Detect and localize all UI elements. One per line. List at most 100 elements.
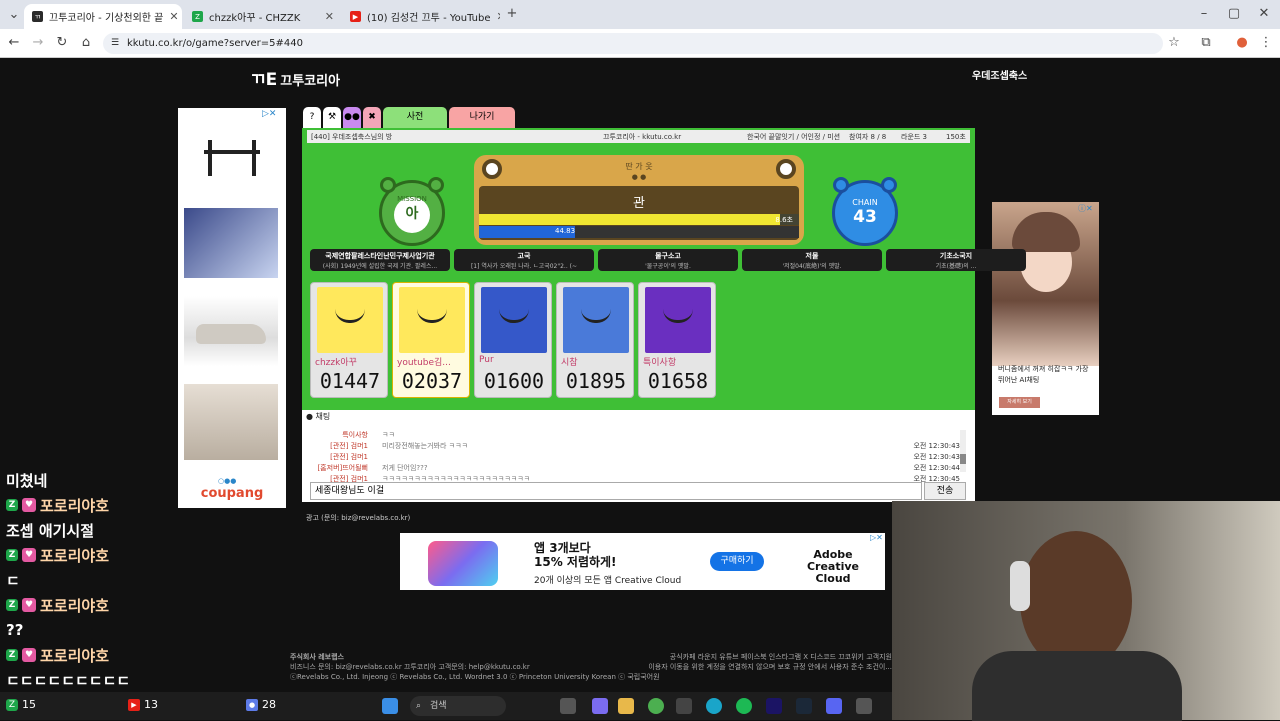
- kick-button[interactable]: ✖: [363, 107, 381, 128]
- bookmark-star-icon[interactable]: ☆: [1166, 35, 1182, 51]
- home-icon[interactable]: ⌂: [78, 35, 94, 51]
- app-icon[interactable]: [676, 698, 692, 714]
- tab-youtube[interactable]: ▶ (10) 김성건 끄투 - YouTube ✕: [342, 4, 500, 29]
- chat-input[interactable]: 세종대왕님도 이걸: [310, 482, 922, 500]
- stream-chat-author: Z ♥ 포로리야호: [6, 595, 109, 615]
- site-logo[interactable]: ㄲE 끄투코리아: [250, 65, 340, 90]
- history-meaning: (사회) 1949년에 설립한 국제 기관. 팔레스...: [322, 263, 438, 270]
- site-info-icon[interactable]: ☰: [111, 33, 119, 54]
- player-card[interactable]: youtube김... 02037: [392, 282, 470, 398]
- other-viewers[interactable]: ● 28: [246, 698, 276, 711]
- ad-product-image[interactable]: [184, 120, 278, 190]
- ad-cta-button[interactable]: 자세히 보기: [999, 397, 1040, 408]
- word-hint: 딴 가 옷: [625, 162, 653, 171]
- current-word: 관: [633, 196, 645, 211]
- player-name: 시참: [561, 358, 578, 368]
- player-card[interactable]: 시참 01895: [556, 282, 634, 398]
- ad-product-image[interactable]: [184, 208, 278, 278]
- close-window-icon[interactable]: ✕: [1256, 6, 1272, 22]
- maximize-icon[interactable]: ▢: [1226, 6, 1242, 22]
- coupang-logo[interactable]: coupang: [178, 486, 286, 501]
- profile-icon[interactable]: ●: [1234, 35, 1250, 51]
- buy-button[interactable]: 구매하기: [710, 552, 764, 571]
- new-tab-icon[interactable]: +: [504, 6, 520, 22]
- adchoices-icon[interactable]: ⓘ✕: [1078, 203, 1093, 214]
- player-score: 01658: [647, 369, 709, 393]
- exit-button[interactable]: 나가기: [449, 107, 515, 128]
- chat-header: ● 채팅: [306, 412, 331, 421]
- app-icon[interactable]: [592, 698, 608, 714]
- stream-chat-name: 포로리야호: [40, 596, 110, 615]
- windows-start-icon[interactable]: [382, 698, 398, 714]
- stream-chat-author: Z ♥ 포로리야호: [6, 545, 109, 565]
- close-tab-icon[interactable]: ✕: [497, 10, 500, 23]
- help-button[interactable]: ?: [303, 107, 321, 128]
- url-field[interactable]: ☰ kkutu.co.kr/o/game?server=5#440: [103, 33, 1163, 54]
- turn-time-fill: [479, 214, 780, 225]
- player-card[interactable]: 특이사항 01658: [638, 282, 716, 398]
- history-card[interactable]: 물구소고 '물구공이'의 옛말.: [598, 249, 738, 271]
- streamer-body: [972, 651, 1182, 721]
- youtube-viewers[interactable]: ▶ 13: [128, 698, 158, 711]
- steam-icon[interactable]: [796, 698, 812, 714]
- tab-kkutu[interactable]: ㄲ 끄투코리아 - 기상천외한 끝 ✕: [24, 4, 182, 29]
- footer-notice: 이용자 이동을 위한 계정을 연결하지 않으며 보호 규정 안에서 사용자 준수…: [648, 663, 892, 671]
- back-icon[interactable]: ←: [6, 35, 22, 51]
- player-card[interactable]: Pur 01600: [474, 282, 552, 398]
- history-card[interactable]: 고국 [1] 역사가 오래된 나라. ㄴ고국02"2.. (~: [454, 249, 594, 271]
- file-explorer-icon[interactable]: [618, 698, 634, 714]
- player-card[interactable]: chzzk아꾸 01447: [310, 282, 388, 398]
- history-card[interactable]: 기초소국지 기초(基礎)의 ...: [886, 249, 1026, 271]
- player-avatar: [481, 287, 547, 353]
- chat-author: [관전] 검머1: [330, 442, 368, 450]
- minimize-icon[interactable]: –: [1196, 6, 1212, 22]
- left-ad[interactable]: ▷✕ ○●● coupang: [178, 108, 286, 508]
- heart-badge-icon: ♥: [22, 548, 36, 562]
- headphones-icon: [1010, 561, 1030, 611]
- player-name: Pur: [479, 355, 494, 365]
- adchoices-icon[interactable]: ▷✕: [262, 109, 276, 119]
- forward-icon[interactable]: →: [30, 35, 46, 51]
- ad-product-image[interactable]: [184, 296, 278, 366]
- users-button[interactable]: ●●: [343, 107, 361, 128]
- chat-scrollbar[interactable]: [960, 430, 966, 472]
- adobe-banner-ad[interactable]: 앱 3개보다 15% 저렴하게! 20개 이상의 모든 앱 Creative C…: [400, 533, 885, 590]
- room-info-bar: [440] 우데조셉축스님의 방 끄투코리아 - kkutu.co.kr 한국어…: [307, 130, 970, 143]
- stream-chat-name: 포로리야호: [40, 646, 110, 665]
- spotify-icon[interactable]: [736, 698, 752, 714]
- users-icon: ●●: [344, 112, 360, 122]
- chzzk-icon: Z: [6, 698, 18, 711]
- ad-character-image[interactable]: [992, 202, 1099, 366]
- tab-label: (10) 김성건 끄투 - YouTube: [367, 13, 491, 24]
- adchoices-icon[interactable]: ▷✕: [870, 533, 883, 542]
- streamer-face: [1020, 531, 1132, 671]
- reload-icon[interactable]: ↻: [54, 35, 70, 51]
- close-tab-icon[interactable]: ✕: [169, 10, 178, 23]
- history-card[interactable]: 저물 '저절04(底絶)'의 옛말.: [742, 249, 882, 271]
- username-display[interactable]: 우데조셉축스: [972, 67, 1027, 82]
- turn-time-bar: 8.6초: [479, 214, 799, 225]
- chrome-icon[interactable]: [648, 698, 664, 714]
- carousel-dots[interactable]: ○●●: [218, 477, 236, 485]
- edge-icon[interactable]: [706, 698, 722, 714]
- extensions-icon[interactable]: ⧉: [1198, 35, 1214, 51]
- settings-button[interactable]: ⚒: [323, 107, 341, 128]
- ad-product-image[interactable]: [184, 384, 278, 460]
- footer-links-text[interactable]: 공식카페 라운지 유튜브 페이스북 인스타그램 X 디스코드 끄코위키 고객지원: [620, 652, 892, 662]
- premiere-icon[interactable]: [766, 698, 782, 714]
- discord-icon[interactable]: [826, 698, 842, 714]
- spectate-button[interactable]: 사전: [383, 107, 447, 128]
- chzzk-viewers[interactable]: Z 15: [6, 698, 36, 711]
- url-text: kkutu.co.kr/o/game?server=5#440: [127, 38, 303, 49]
- menu-icon[interactable]: ⋮: [1258, 35, 1274, 51]
- tab-chzzk[interactable]: Z chzzk아꾸 - CHZZK ✕: [184, 4, 342, 29]
- right-ad[interactable]: ⓘ✕ 버니좀에서 꺼져 히잡ㅋㅋ 가장 뛰어난 AI채팅 자세히 보기: [992, 202, 1099, 415]
- stream-chat-text: ??: [6, 621, 24, 639]
- close-tab-icon[interactable]: ✕: [325, 10, 334, 23]
- send-button[interactable]: 전송: [924, 482, 966, 500]
- app-icon[interactable]: [856, 698, 872, 714]
- task-view-icon[interactable]: [560, 698, 576, 714]
- taskbar-search[interactable]: ⌕ 검색: [410, 696, 506, 716]
- history-card[interactable]: 국제연합팔레스타인난민구제사업기관 (사회) 1949년에 설립한 국제 기관. …: [310, 249, 450, 271]
- tab-list-icon[interactable]: ⌄: [6, 7, 22, 23]
